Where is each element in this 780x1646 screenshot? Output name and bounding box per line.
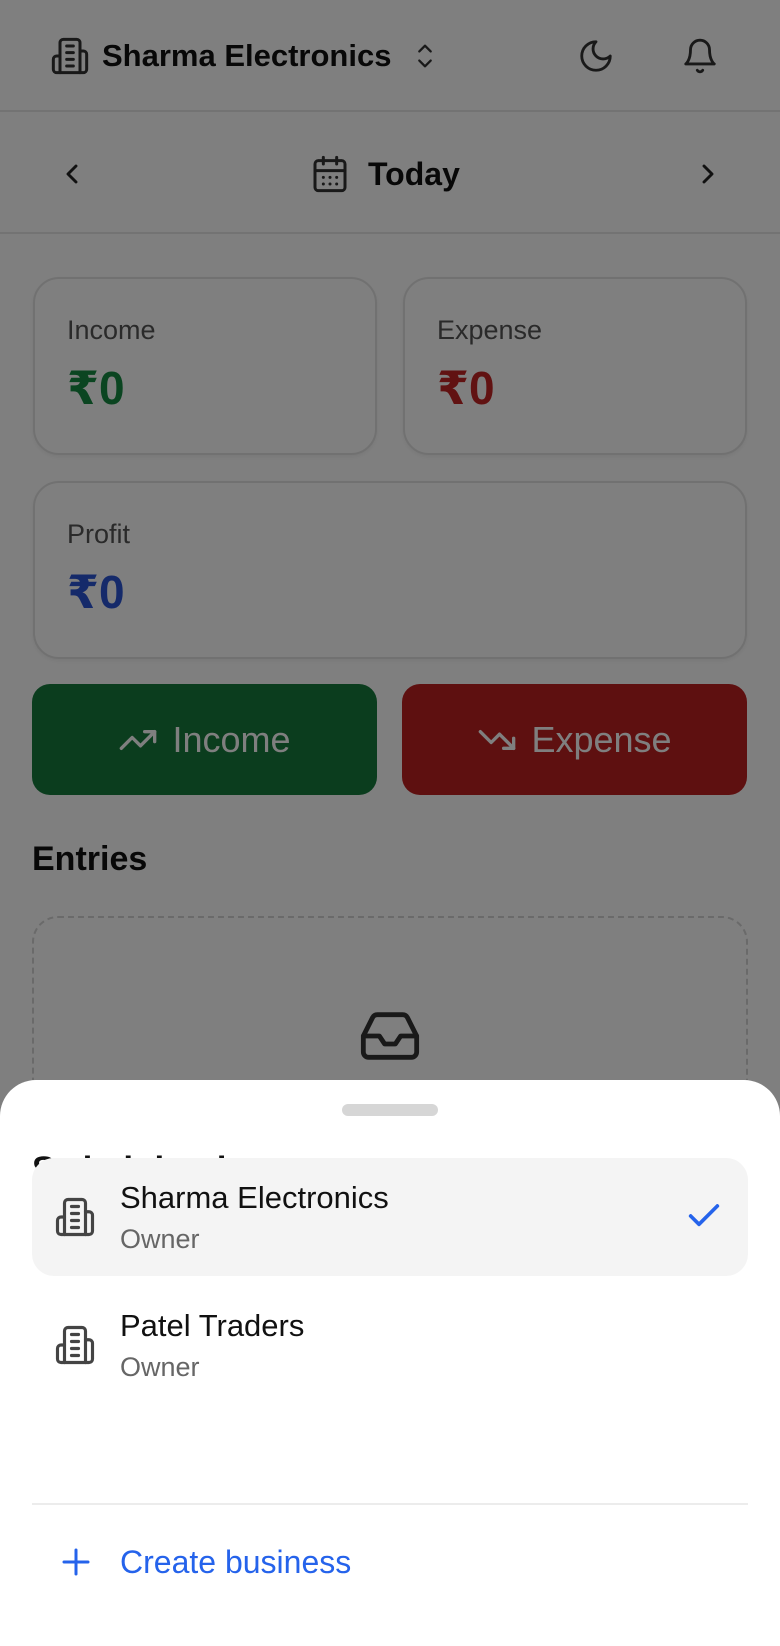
create-business-label: Create business [120, 1543, 352, 1580]
plus-icon [62, 1548, 90, 1576]
check-icon [688, 1204, 720, 1227]
business-option-name: Sharma Electronics [120, 1180, 389, 1215]
business-option-patel-traders[interactable]: Patel Traders Owner [32, 1286, 748, 1404]
building-icon [55, 1325, 95, 1365]
building-icon [55, 1197, 95, 1237]
business-option-sharma-electronics[interactable]: Sharma Electronics Owner [32, 1158, 748, 1276]
business-option-name: Patel Traders [120, 1308, 305, 1343]
sheet-divider [32, 1503, 748, 1505]
sheet-drag-handle[interactable] [342, 1104, 438, 1116]
business-option-role: Owner [120, 1352, 200, 1382]
business-option-role: Owner [120, 1224, 200, 1254]
create-business-button[interactable]: Create business [32, 1518, 748, 1606]
